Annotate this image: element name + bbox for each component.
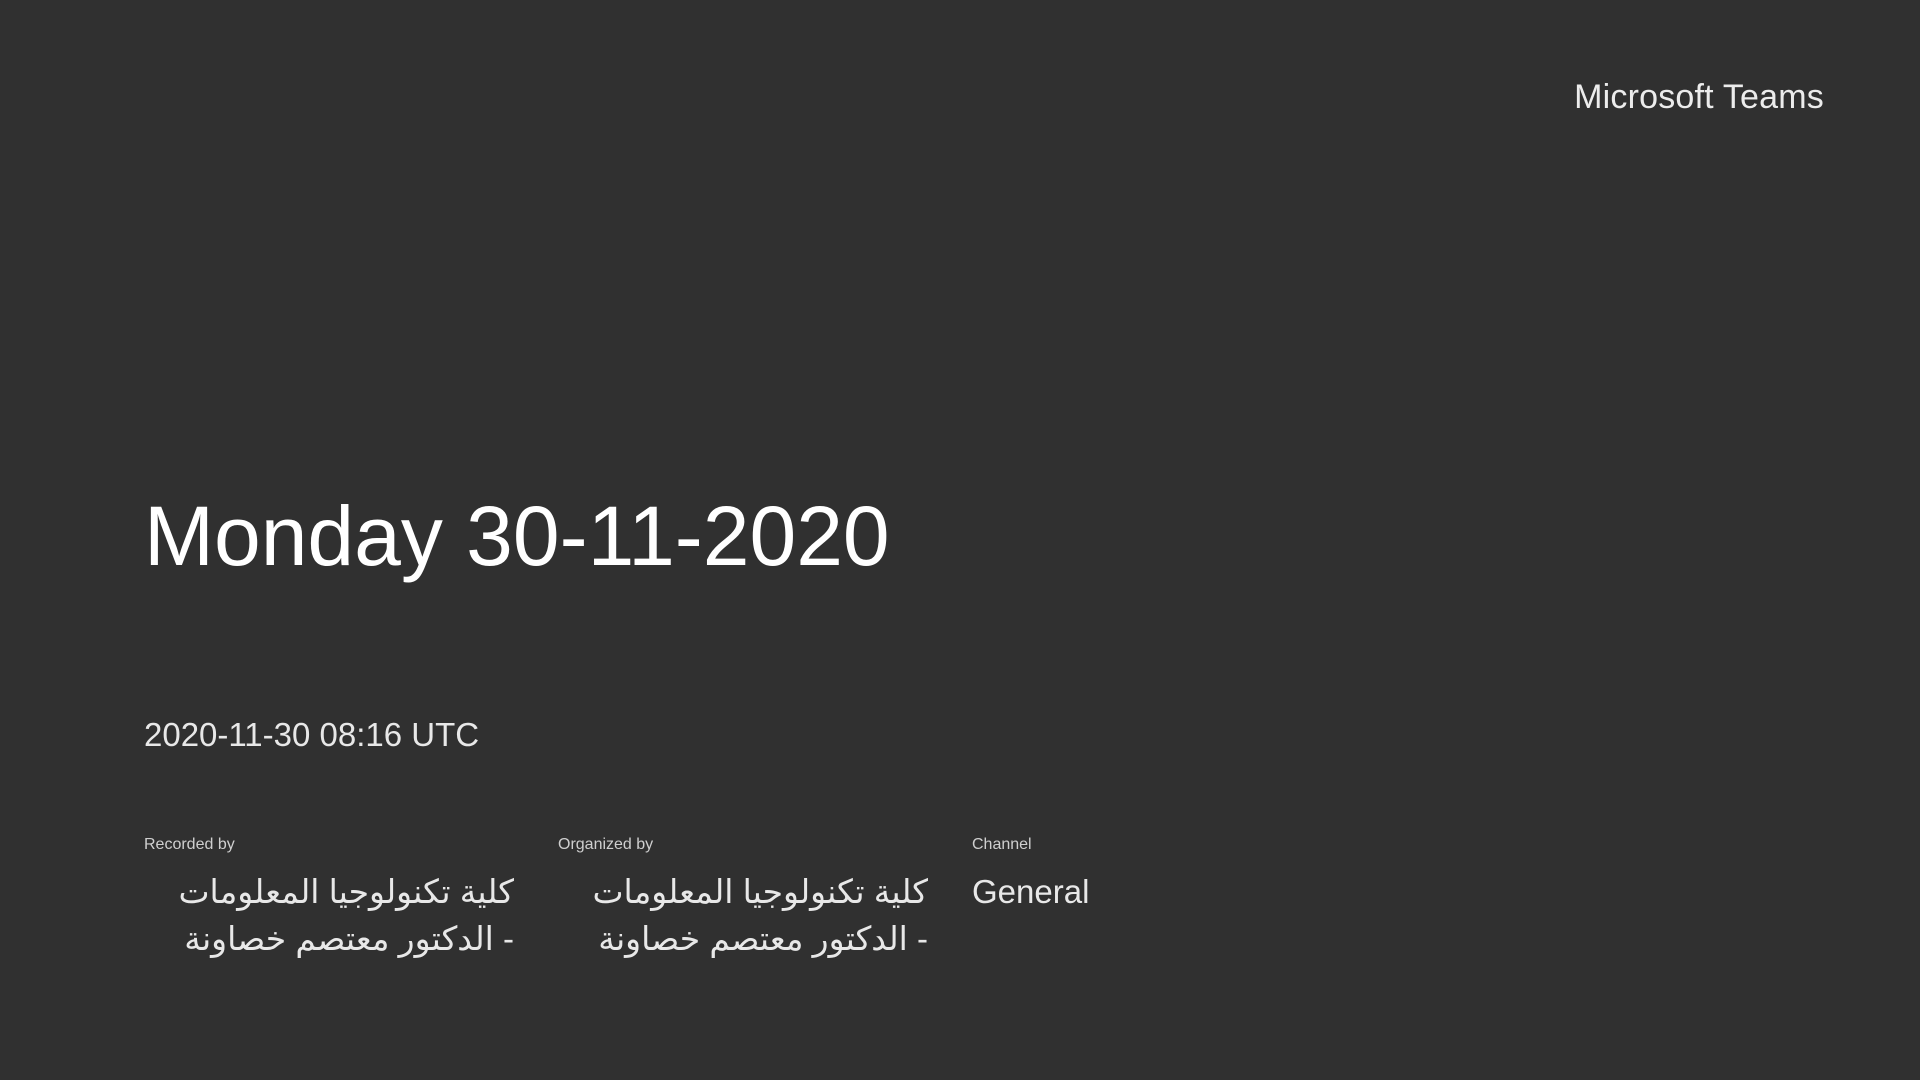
recorded-by-line-1: كلية تكنولوجيا المعلومات xyxy=(178,873,514,910)
organized-by-line-1: كلية تكنولوجيا المعلومات xyxy=(592,873,928,910)
recorded-by-line-2: - الدكتور معتصم خصاونة xyxy=(184,920,514,957)
app-brand-label: Microsoft Teams xyxy=(1574,78,1824,116)
organized-by-value: كلية تكنولوجيا المعلومات - الدكتور معتصم… xyxy=(558,868,928,962)
recorded-by-section: Recorded by كلية تكنولوجيا المعلومات - ا… xyxy=(144,836,558,962)
channel-label: Channel xyxy=(972,836,1032,853)
recorded-by-label: Recorded by xyxy=(144,836,235,853)
meeting-title: Monday 30-11-2020 xyxy=(144,489,890,583)
organized-by-line-2: - الدكتور معتصم خصاونة xyxy=(598,920,928,957)
channel-section: Channel General xyxy=(972,836,1172,962)
organized-by-label: Organized by xyxy=(558,836,654,853)
recorded-by-value: كلية تكنولوجيا المعلومات - الدكتور معتصم… xyxy=(144,868,514,962)
organized-by-section: Organized by كلية تكنولوجيا المعلومات - … xyxy=(558,836,972,962)
meeting-metadata: Recorded by كلية تكنولوجيا المعلومات - ا… xyxy=(144,836,1172,962)
recording-timestamp: 2020-11-30 08:16 UTC xyxy=(144,716,480,753)
channel-value: General xyxy=(972,873,1090,910)
